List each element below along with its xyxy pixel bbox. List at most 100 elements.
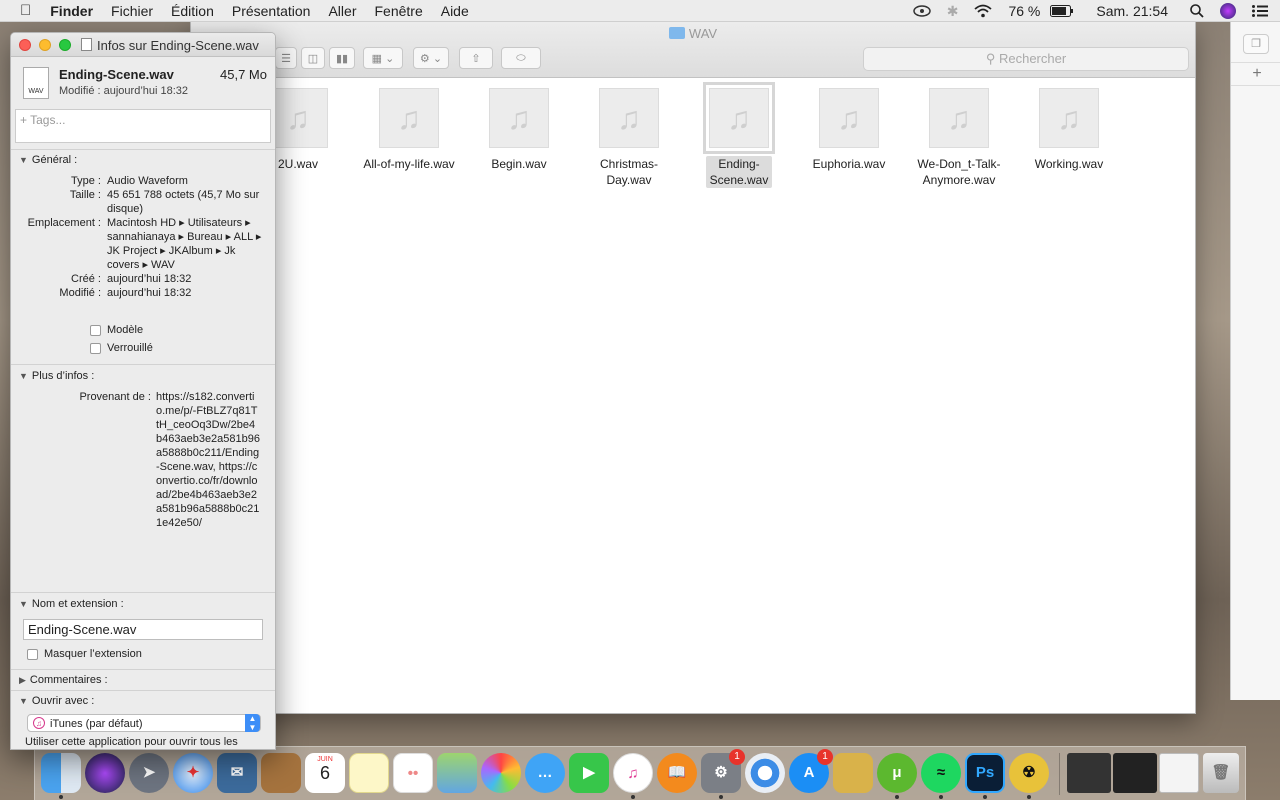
close-window-icon[interactable] xyxy=(19,39,31,51)
file-item[interactable]: ♫ Begin.wav xyxy=(464,88,574,172)
menu-fichier[interactable]: Fichier xyxy=(102,0,162,22)
type-label: Type : xyxy=(71,175,101,187)
mail-dock-icon[interactable]: ✉ xyxy=(217,753,257,793)
chrome-dock-icon[interactable] xyxy=(745,753,785,793)
zoom-window-icon[interactable] xyxy=(59,39,71,51)
tags-input[interactable]: + Tags... xyxy=(15,109,271,143)
disclosure-open-icon: ▼ xyxy=(19,155,28,165)
section-general-toggle[interactable]: ▼ Général : xyxy=(19,154,77,166)
list-view-icon[interactable]: ☰ xyxy=(275,47,297,69)
system-preferences-dock-icon[interactable]: ⚙ 1 xyxy=(701,749,745,793)
divider xyxy=(11,149,275,150)
battery-icon[interactable] xyxy=(1042,5,1082,17)
disclosure-open-icon: ▼ xyxy=(19,599,28,609)
minimized-window-thumbnail[interactable] xyxy=(1113,753,1157,793)
launchpad-dock-icon[interactable]: ➤ xyxy=(129,753,169,793)
creative-cloud-icon[interactable] xyxy=(905,5,939,17)
column-view-icon[interactable]: ◫ xyxy=(301,47,325,69)
clock[interactable]: Sam. 21:54 xyxy=(1082,0,1182,22)
hide-extension-label: Masquer l’extension xyxy=(44,648,142,660)
file-name: We-Don_t-Talk-Anymore.wav xyxy=(917,157,1001,187)
audio-file-icon: ♫ xyxy=(1039,88,1099,148)
siri-dock-icon[interactable] xyxy=(85,753,125,793)
file-item-selected[interactable]: ♫ Ending-Scene.wav xyxy=(684,82,794,188)
file-item[interactable]: ♫ Euphoria.wav xyxy=(794,88,904,172)
created-value: aujourd’hui 18:32 xyxy=(107,273,192,285)
section-general-heading: Général : xyxy=(31,154,78,166)
minimized-window-thumbnail[interactable] xyxy=(1159,753,1199,793)
trash-dock-icon[interactable]: 🗑 xyxy=(1203,753,1239,793)
created-label: Créé : xyxy=(71,273,101,285)
info-modified-summary: Modifié : aujourd’hui 18:32 xyxy=(59,85,189,97)
finder-dock-icon[interactable] xyxy=(41,753,81,793)
name-extension-input[interactable]: Ending-Scene.wav xyxy=(23,619,263,640)
file-item[interactable]: ♫ All-of-my-life.wav xyxy=(354,88,464,172)
tag-icon[interactable]: ⬭ xyxy=(501,47,541,69)
menu-presentation[interactable]: Présentation xyxy=(223,0,320,22)
template-checkbox[interactable] xyxy=(90,325,101,336)
add-tab-icon[interactable]: + xyxy=(1231,62,1280,86)
info-window-title: Infos sur Ending-Scene.wav xyxy=(97,38,259,53)
action-gear-icon[interactable]: ⚙ ⌄ xyxy=(413,47,449,69)
spotify-dock-icon[interactable]: ≈ xyxy=(921,753,961,793)
menu-edition[interactable]: Édition xyxy=(162,0,223,22)
file-item[interactable]: ♫ Working.wav xyxy=(1014,88,1124,172)
app-store-dock-icon[interactable]: A 1 xyxy=(789,749,833,793)
menu-app-finder[interactable]: Finder xyxy=(41,0,102,22)
maps-dock-icon[interactable] xyxy=(437,753,477,793)
photoshop-dock-icon[interactable]: Ps xyxy=(965,753,1005,793)
background-window: ❐ + xyxy=(1230,22,1280,700)
folder-icon xyxy=(668,27,685,39)
file-item[interactable]: ♫ Christmas-Day.wav xyxy=(574,88,684,188)
audio-file-icon: ♫ xyxy=(599,88,659,148)
minimize-window-icon[interactable] xyxy=(39,39,51,51)
siri-icon[interactable] xyxy=(1212,3,1244,19)
contacts-dock-icon[interactable] xyxy=(261,753,301,793)
archive-utility-dock-icon[interactable] xyxy=(833,753,873,793)
spotlight-search-icon[interactable] xyxy=(1182,4,1212,18)
apple-menu-icon[interactable]:  xyxy=(0,0,41,22)
photos-dock-icon[interactable] xyxy=(481,753,521,793)
running-indicator xyxy=(631,795,635,799)
bluetooth-icon[interactable]: ✱ xyxy=(939,0,967,22)
menu-aide[interactable]: Aide xyxy=(432,0,478,22)
messages-dock-icon[interactable]: … xyxy=(525,753,565,793)
search-field[interactable]: ⚲ Rechercher xyxy=(863,47,1189,71)
itunes-dock-icon[interactable]: ♫ xyxy=(613,753,653,793)
section-more-info-toggle[interactable]: ▼ Plus d’infos : xyxy=(19,370,94,382)
open-with-select[interactable]: ♫ iTunes (par défaut) ▲ ▼ xyxy=(27,714,261,732)
search-placeholder: Rechercher xyxy=(998,51,1067,66)
menu-fenetre[interactable]: Fenêtre xyxy=(365,0,431,22)
notes-dock-icon[interactable] xyxy=(349,753,389,793)
from-value[interactable]: https://s182.convertio.me/p/-FtBLZ7q81Tt… xyxy=(156,390,260,530)
burn-app-dock-icon[interactable]: ☢ xyxy=(1009,753,1049,793)
file-name: Begin.wav xyxy=(491,157,547,171)
divider xyxy=(11,592,275,593)
hide-extension-checkbox[interactable] xyxy=(27,649,38,660)
menu-aller[interactable]: Aller xyxy=(319,0,365,22)
utorrent-dock-icon[interactable]: μ xyxy=(877,753,917,793)
safari-dock-icon[interactable]: ✦ xyxy=(173,753,213,793)
notification-center-icon[interactable] xyxy=(1244,5,1280,17)
reminders-dock-icon[interactable]: •• xyxy=(393,753,433,793)
section-open-with-toggle[interactable]: ▼ Ouvrir avec : xyxy=(19,695,94,707)
audio-file-icon: ♫ xyxy=(489,88,549,148)
section-name-ext-toggle[interactable]: ▼ Nom et extension : xyxy=(19,598,124,610)
calendar-dock-icon[interactable]: JUIN 6 xyxy=(305,753,345,793)
share-icon[interactable]: ⇧ xyxy=(459,47,493,69)
disclosure-open-icon: ▼ xyxy=(19,371,28,381)
facetime-dock-icon[interactable]: ▶ xyxy=(569,753,609,793)
document-icon xyxy=(81,38,92,51)
window-tabs-icon[interactable]: ❐ xyxy=(1243,34,1269,54)
section-comments-toggle[interactable]: ▶ Commentaires : xyxy=(19,674,108,686)
gallery-view-icon[interactable]: ▮▮ xyxy=(329,47,355,69)
ibooks-dock-icon[interactable]: 📖 xyxy=(657,753,697,793)
minimized-window-thumbnail[interactable] xyxy=(1067,753,1111,793)
group-by-icon[interactable]: ▦ ⌄ xyxy=(363,47,403,69)
wifi-icon[interactable] xyxy=(966,4,1000,18)
info-file-name: Ending-Scene.wav xyxy=(59,67,174,82)
locked-checkbox[interactable] xyxy=(90,343,101,354)
divider xyxy=(11,364,275,365)
section-more-info-heading: Plus d’infos : xyxy=(31,370,95,382)
file-item[interactable]: ♫ We-Don_t-Talk-Anymore.wav xyxy=(904,88,1014,188)
